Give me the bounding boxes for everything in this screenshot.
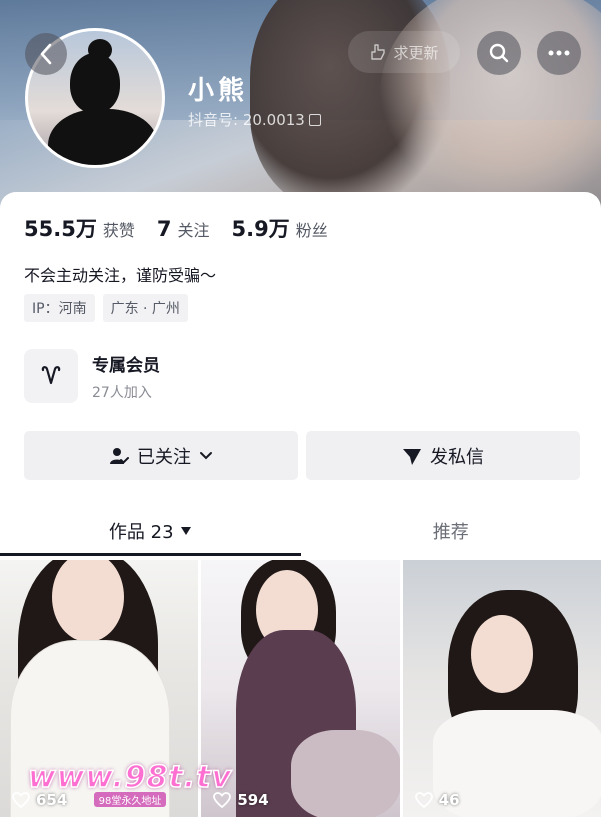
stat-following[interactable]: 7 关注: [157, 217, 210, 241]
stats-row: 55.5万 获赞 7 关注 5.9万 粉丝: [24, 213, 328, 243]
request-update-button[interactable]: 求更新: [348, 31, 460, 73]
tab-recommend[interactable]: 推荐: [301, 505, 601, 557]
copy-icon[interactable]: [308, 113, 321, 126]
username: 小熊: [188, 76, 249, 106]
hand-pointer-icon: [371, 44, 386, 60]
stat-label: 关注: [177, 221, 210, 240]
tab-recommend-label: 推荐: [432, 522, 469, 543]
membership-heart-icon: [24, 349, 78, 403]
user-check-icon: [110, 447, 129, 464]
stat-value: 55.5万: [24, 217, 97, 241]
more-button[interactable]: [537, 31, 581, 75]
back-button[interactable]: [25, 33, 67, 75]
location-tag: 广东 · 广州: [102, 294, 188, 322]
send-icon: [403, 448, 421, 465]
membership-entry[interactable]: 专属会员 27人加入: [24, 349, 160, 403]
tab-works[interactable]: 作品 23: [0, 505, 301, 557]
membership-title: 专属会员: [92, 355, 160, 376]
stat-likes[interactable]: 55.5万 获赞: [24, 213, 135, 243]
followed-label: 已关注: [137, 446, 191, 468]
douyin-id-text: 抖音号: 20.0013: [188, 111, 305, 129]
watermark: www.98t.tv 98堂永久地址: [27, 759, 233, 807]
watermark-sub-text: 98堂永久地址: [93, 792, 167, 807]
stat-value: 5.9万: [231, 217, 290, 241]
stat-value: 7: [156, 217, 172, 241]
bio-text: 不会主动关注，谨防受骗～: [24, 266, 217, 285]
tags-row: IP：河南 广东 · 广州: [24, 294, 188, 322]
tab-works-label: 作品 23: [108, 522, 174, 543]
active-tab-indicator: [0, 553, 301, 556]
like-count-value: 46: [438, 791, 460, 809]
membership-count: 27人加入: [92, 384, 152, 401]
more-dots-icon: [548, 50, 570, 56]
caret-down-icon: [180, 527, 191, 535]
search-button[interactable]: [477, 31, 521, 75]
heart-icon: [414, 792, 433, 808]
request-update-label: 求更新: [393, 43, 439, 62]
followed-button[interactable]: 已关注: [24, 431, 298, 480]
watermark-main-text: www.98t.tv: [27, 759, 233, 796]
send-message-button[interactable]: 发私信: [306, 431, 580, 480]
ip-tag: IP：河南: [24, 294, 95, 322]
send-message-label: 发私信: [430, 446, 484, 468]
stat-label: 粉丝: [295, 221, 328, 240]
like-count-value: 594: [237, 791, 269, 809]
chevron-down-icon: [200, 451, 212, 459]
douyin-id[interactable]: 抖音号: 20.0013: [188, 109, 321, 130]
stat-label: 获赞: [102, 221, 135, 240]
stat-followers[interactable]: 5.9万 粉丝: [231, 213, 327, 243]
search-icon: [489, 43, 509, 63]
chevron-left-icon: [40, 43, 52, 65]
content-tabs: 作品 23 推荐: [0, 505, 601, 557]
like-count: 46: [414, 791, 460, 809]
video-thumbnail[interactable]: 46: [402, 560, 601, 817]
